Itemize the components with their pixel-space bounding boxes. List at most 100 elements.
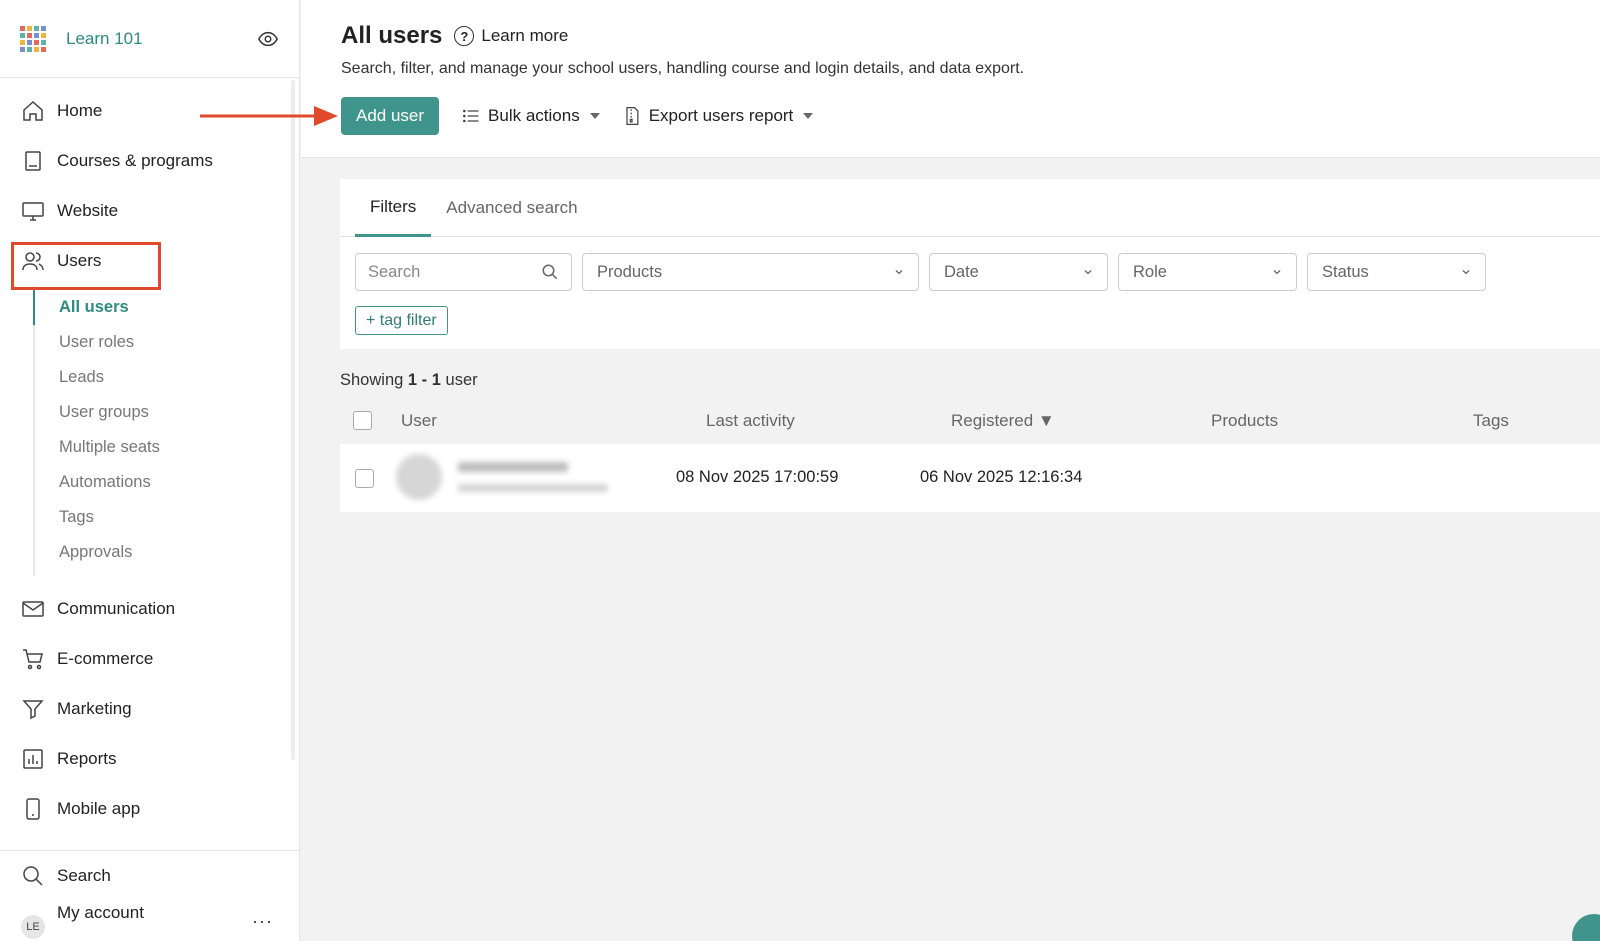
showing-range: 1 - 1 [407,371,441,389]
more-options-icon[interactable]: ··· [252,911,273,932]
select-label: Products [597,262,663,281]
column-user[interactable]: User [401,411,437,431]
add-user-button[interactable]: Add user [341,97,440,135]
page-title: All users [341,22,443,49]
nav-label: Reports [57,749,117,768]
tab-advanced-search[interactable]: Advanced search [431,179,592,237]
page-subtitle: Search, filter, and manage your school u… [341,60,1025,77]
select-label: Status [1322,262,1369,281]
cart-icon [23,649,43,670]
nav-item-website[interactable]: Website [0,186,299,236]
row-checkbox[interactable] [355,469,374,488]
sidebar-bottom: Search LE My account ··· [0,850,299,939]
subnav-tags[interactable]: Tags [35,500,299,535]
nav-item-users[interactable]: Users [0,236,299,290]
table-header: User Last activity Registered ▼ Products… [340,400,1600,440]
products-select[interactable]: Products [582,253,919,291]
help-icon: ? [454,26,475,46]
app-grid-icon[interactable] [20,25,46,52]
bulk-actions-label: Bulk actions [488,106,580,125]
eye-icon[interactable] [257,28,279,50]
column-registered[interactable]: Registered ▼ [951,411,1055,431]
book-icon [25,151,41,171]
filter-card: Filters Advanced search Products Date Ro… [340,179,1600,349]
home-icon [23,100,43,121]
results-count: Showing 1 - 1 user [340,371,478,390]
funnel-icon [22,700,44,720]
users-subnav: All users User roles Leads User groups M… [33,286,299,576]
select-label: Date [944,262,979,281]
nav-item-search[interactable]: Search [0,851,299,901]
nav-label: E-commerce [57,649,154,668]
nav-item-ecommerce[interactable]: E-commerce [0,634,299,684]
search-field [355,253,572,291]
subnav-leads[interactable]: Leads [35,360,299,395]
nav-label: Website [57,201,119,220]
nav-label: Mobile app [57,799,141,818]
page-header: All users ? Learn more Search, filter, a… [301,0,1600,158]
tab-filters[interactable]: Filters [355,179,432,237]
nav-label: Courses & programs [57,151,213,170]
chevron-down-icon [1462,270,1470,275]
column-products[interactable]: Products [1211,411,1278,431]
bulk-actions-button[interactable]: Bulk actions [461,106,600,126]
nav-item-my-account[interactable]: LE My account ··· [0,901,299,939]
title-row: All users ? Learn more [341,22,568,50]
phone-icon [26,798,40,820]
column-last-activity[interactable]: Last activity [706,411,795,431]
nav-item-mobile-app[interactable]: Mobile app [0,784,299,834]
table-row[interactable]: 08 Nov 2025 17:00:59 06 Nov 2025 12:16:3… [340,444,1600,512]
users-icon [22,252,44,271]
filter-tabs: Filters Advanced search [340,179,1600,237]
nav-label: Users [57,251,102,270]
showing-prefix: Showing [340,371,404,389]
subnav-all-users[interactable]: All users [33,290,299,325]
sidebar: Learn 101 Home Courses & programs Websit… [0,0,300,941]
annotation-arrow [200,106,338,126]
help-chat-bubble[interactable] [1572,914,1600,941]
nav-item-courses[interactable]: Courses & programs [0,136,299,186]
export-label: Export users report [648,106,794,125]
nav-item-reports[interactable]: Reports [0,734,299,784]
brand-bar: Learn 101 [0,0,299,78]
mail-icon [22,601,44,617]
caret-down-icon [803,113,814,119]
search-icon [542,264,558,280]
nav-label: Home [57,101,103,120]
caret-down-icon [589,113,600,119]
export-users-report-button[interactable]: Export users report [622,106,814,126]
filter-controls: Products Date Role Status [355,253,1486,291]
column-tags[interactable]: Tags [1473,411,1509,431]
chevron-down-icon [895,270,903,275]
subnav-user-roles[interactable]: User roles [35,325,299,360]
role-select[interactable]: Role [1118,253,1297,291]
date-select[interactable]: Date [929,253,1108,291]
list-icon [463,109,479,123]
nav-label: Marketing [57,699,132,718]
subnav-multiple-seats[interactable]: Multiple seats [35,430,299,465]
learn-more-link[interactable]: ? Learn more [454,26,568,46]
status-select[interactable]: Status [1307,253,1486,291]
chevron-down-icon [1084,270,1092,275]
secondary-nav: Communication E-commerce Marketing Repor… [0,584,299,834]
nav-label: My account [57,903,144,922]
subnav-automations[interactable]: Automations [35,465,299,500]
select-all-checkbox[interactable] [353,411,372,430]
school-name[interactable]: Learn 101 [66,29,143,49]
chevron-down-icon [1273,270,1281,275]
subnav-user-groups[interactable]: User groups [35,395,299,430]
search-input[interactable] [368,262,518,282]
showing-suffix: user [445,371,478,389]
nav-item-communication[interactable]: Communication [0,584,299,634]
toolbar: Add user Bulk actions Export users repor… [341,97,814,135]
avatar: LE [21,915,45,939]
nav-label: Communication [57,599,176,618]
blurred-user-info[interactable] [396,452,616,506]
tag-filter-button[interactable]: + tag filter [355,306,448,335]
subnav-approvals[interactable]: Approvals [35,535,299,570]
nav-item-marketing[interactable]: Marketing [0,684,299,734]
nav-label: Search [57,866,111,885]
last-activity-value: 08 Nov 2025 17:00:59 [676,468,839,486]
select-label: Role [1133,262,1167,281]
learn-more-label: Learn more [481,26,569,45]
